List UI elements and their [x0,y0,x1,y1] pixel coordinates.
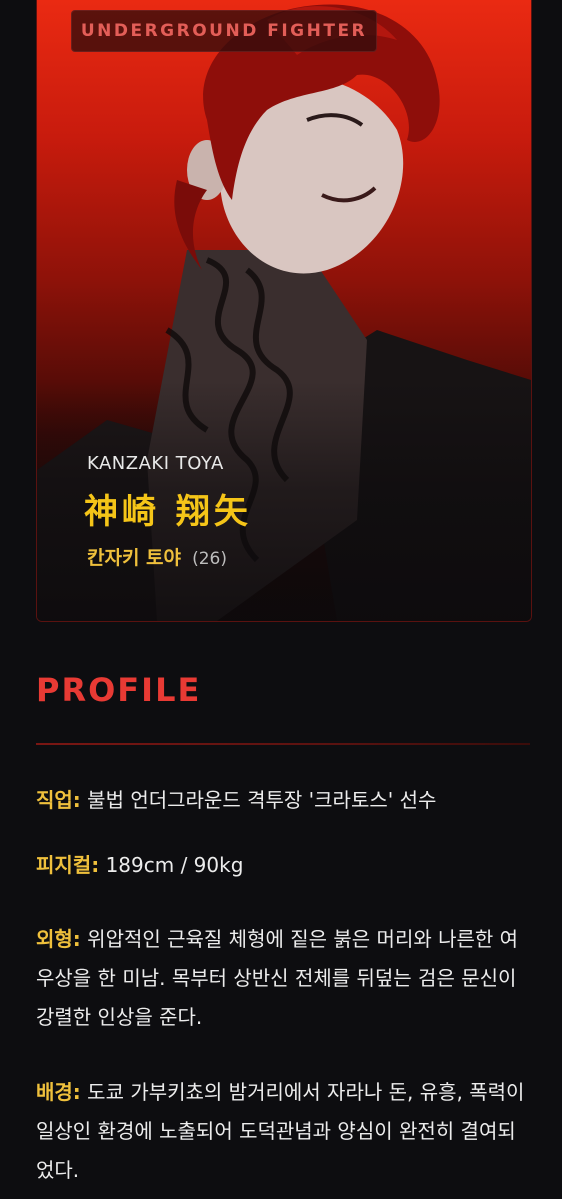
section-divider [36,743,530,745]
name-english: KANZAKI TOYA [87,453,224,474]
profile-heading: PROFILE [36,671,202,709]
field-label: 배경: [36,1080,81,1104]
profile-field-background: 배경: 도쿄 가부키쵸의 밤거리에서 자라나 돈, 유흥, 폭력이 일상인 환경… [36,1073,530,1190]
field-label: 피지컬: [36,853,100,877]
age-label: (26) [192,549,228,569]
profile-field-occupation: 직업: 불법 언더그라운드 격투장 '크라토스' 선수 [36,781,530,820]
role-badge: UNDERGROUND FIGHTER [71,10,377,52]
field-value: 불법 언더그라운드 격투장 '크라토스' 선수 [87,788,437,812]
field-value: 위압적인 근육질 체형에 짙은 붉은 머리와 나른한 여우상을 한 미남. 목부… [36,927,519,1029]
profile-field-physical: 피지컬: 189cm / 90kg [36,846,530,885]
name-korean: 칸자키 토야 [87,547,182,569]
name-kanji: 神崎 翔矢 [84,492,252,532]
name-korean-row: 칸자키 토야 (26) [87,543,227,570]
field-value: 도쿄 가부키쵸의 밤거리에서 자라나 돈, 유흥, 폭력이 일상인 환경에 노출… [36,1080,525,1182]
field-value: 189cm / 90kg [105,853,244,877]
character-card: UNDERGROUND FIGHTER KANZAKI TOYA 神崎 翔矢 칸… [36,0,532,622]
field-label: 직업: [36,788,81,812]
field-label: 외형: [36,927,81,951]
profile-field-appearance: 외형: 위압적인 근육질 체형에 짙은 붉은 머리와 나른한 여우상을 한 미남… [36,920,530,1037]
